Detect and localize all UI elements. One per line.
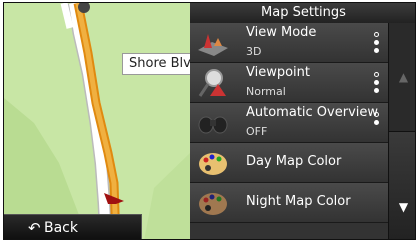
street-name-label: Shore Blv	[122, 53, 190, 75]
night-map-color-label: Night Map Color	[246, 194, 351, 209]
settings-list: View Mode 3D Viewpoint Normal Automatic …	[190, 23, 388, 223]
option-dots-icon	[374, 72, 380, 96]
scroll-down-arrow-icon: ▼	[398, 200, 409, 214]
viewpoint-label: Viewpoint	[246, 65, 311, 80]
day-map-color-label: Day Map Color	[246, 154, 342, 169]
view-mode-label: View Mode	[246, 25, 317, 40]
view-mode-value: 3D	[246, 45, 262, 58]
settings-item-day-map-color[interactable]: Day Map Color	[190, 143, 388, 183]
settings-item-view-mode[interactable]: View Mode 3D	[190, 23, 388, 63]
scrollbar: ▲ ▼	[388, 23, 415, 239]
option-dots-icon	[374, 32, 380, 56]
viewpoint-value: Normal	[246, 85, 286, 98]
back-button[interactable]: ↶ Back	[4, 214, 142, 239]
navigation-screen: Shore Blv ↶ Back Map Settings View Mode …	[3, 2, 416, 240]
view-mode-icon	[198, 34, 228, 56]
map-graphics	[4, 3, 190, 239]
back-button-label: Back	[44, 220, 78, 236]
back-arrow-icon: ↶	[28, 219, 41, 237]
settings-item-night-map-color[interactable]: Night Map Color	[190, 183, 388, 223]
map-settings-panel: Map Settings View Mode 3D Viewpoint Norm…	[190, 3, 415, 239]
automatic-overview-label: Automatic Overview	[246, 105, 379, 120]
settings-item-automatic-overview[interactable]: Automatic Overview OFF	[190, 103, 388, 143]
settings-item-viewpoint[interactable]: Viewpoint Normal	[190, 63, 388, 103]
panel-title: Map Settings	[190, 3, 415, 24]
map-view[interactable]: Shore Blv ↶ Back	[4, 3, 190, 239]
palette-icon	[199, 193, 227, 215]
scroll-down-button[interactable]: ▼	[389, 132, 415, 239]
scroll-up-button[interactable]: ▲	[389, 23, 415, 132]
automatic-overview-value: OFF	[246, 125, 268, 138]
binoculars-icon	[198, 116, 228, 134]
palette-icon	[199, 153, 227, 175]
scroll-up-arrow-icon: ▲	[398, 70, 409, 84]
option-dots-icon	[374, 112, 380, 128]
viewpoint-icon	[198, 69, 226, 97]
